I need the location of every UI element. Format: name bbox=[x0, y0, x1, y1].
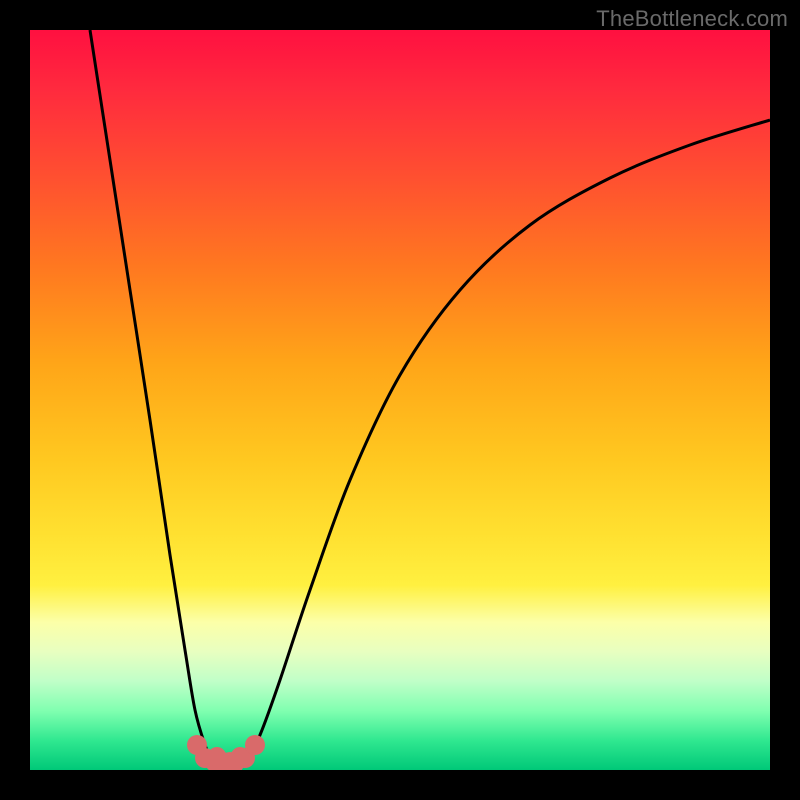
chart-frame: TheBottleneck.com bbox=[0, 0, 800, 800]
left-branch-curve bbox=[90, 30, 217, 762]
marker-dots-group bbox=[187, 735, 265, 770]
plot-area bbox=[30, 30, 770, 770]
chart-svg bbox=[30, 30, 770, 770]
marker-dot bbox=[245, 735, 265, 755]
right-branch-curve bbox=[240, 120, 770, 762]
watermark-text: TheBottleneck.com bbox=[596, 6, 788, 32]
